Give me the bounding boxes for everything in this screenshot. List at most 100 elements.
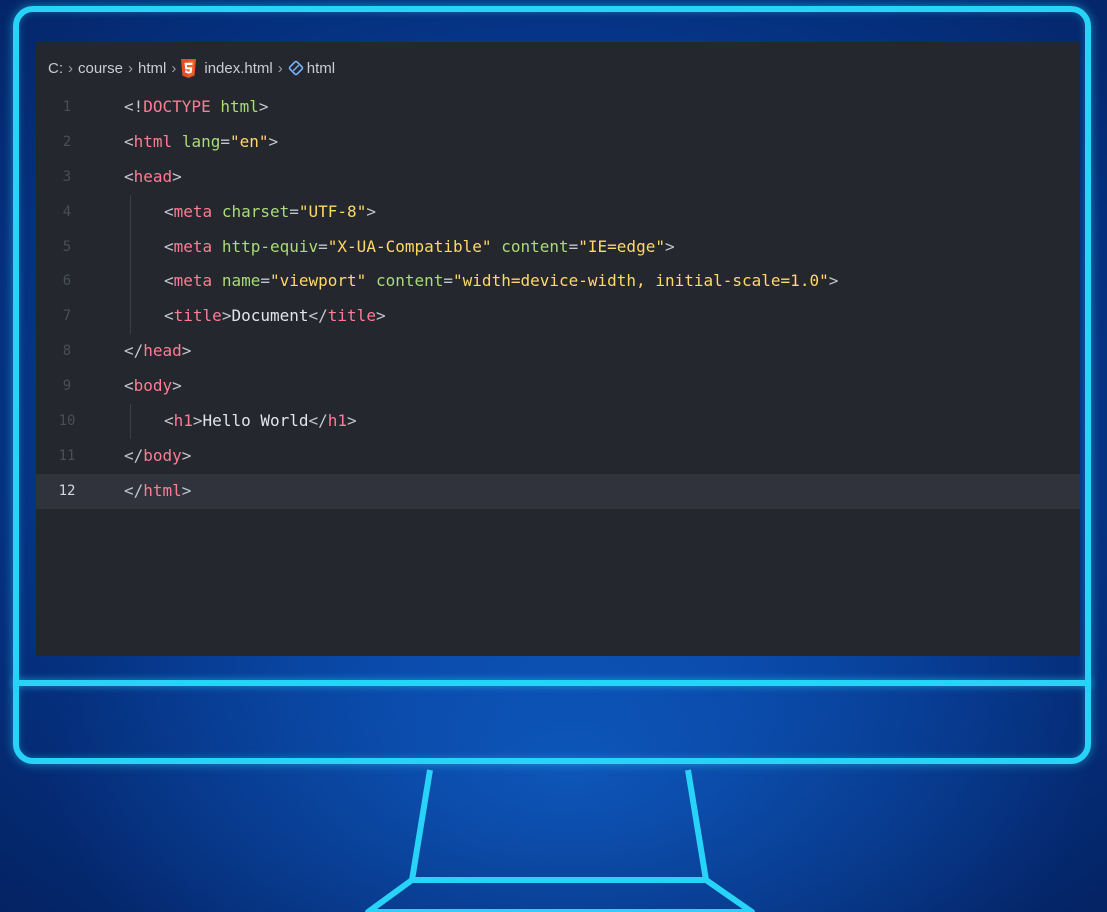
code-token: <! — [124, 97, 144, 116]
code-token: title — [327, 306, 376, 326]
code-text: </head> — [124, 334, 191, 369]
code-line[interactable]: 12 </html> — [36, 473, 1080, 509]
line-number: 10 — [58, 413, 76, 430]
code-token: = — [289, 201, 299, 221]
breadcrumb-file[interactable]: index.html — [204, 60, 272, 77]
code-token: > — [347, 411, 357, 431]
breadcrumb-folder-html[interactable]: html — [138, 60, 166, 77]
code-token: </ — [308, 306, 328, 326]
code-token: content — [375, 271, 444, 291]
indent-guide — [130, 404, 131, 439]
code-line[interactable]: 9 <body> — [36, 369, 1080, 404]
code-text: <meta charset="UTF-8"> — [164, 195, 376, 230]
code-token: lang — [181, 131, 221, 151]
code-line[interactable]: 10 <h1>Hello World</h1> — [36, 404, 1080, 439]
code-token: html — [133, 131, 173, 151]
chevron-right-icon: › — [277, 59, 283, 77]
code-token: > — [828, 271, 839, 291]
code-token: head — [133, 166, 173, 186]
line-number: 8 — [62, 343, 72, 360]
code-token: > — [181, 341, 192, 361]
code-token: meta — [173, 236, 213, 256]
code-token: html — [143, 480, 182, 500]
indent-guide — [130, 299, 131, 335]
line-number: 7 — [62, 308, 72, 325]
line-number: 2 — [62, 133, 72, 150]
code-text: <html lang="en"> — [124, 125, 278, 160]
code-token: name — [221, 271, 261, 291]
code-line[interactable]: 3 <head> — [36, 160, 1080, 195]
code-token: title — [173, 306, 222, 326]
code-token: head — [143, 341, 182, 361]
code-text: <!DOCTYPE html> — [124, 90, 269, 125]
code-line[interactable]: 4 <meta charset="UTF-8"> — [36, 194, 1080, 230]
line-number: 3 — [62, 168, 72, 185]
code-text: <title>Document</title> — [164, 299, 386, 334]
code-line[interactable]: 11 </body> — [36, 439, 1080, 474]
code-line[interactable]: 8 </head> — [36, 334, 1080, 369]
line-number: 9 — [62, 378, 72, 395]
line-number: 4 — [62, 203, 72, 220]
breadcrumb-folder-course[interactable]: course — [78, 60, 123, 77]
code-token: < — [164, 306, 174, 326]
code-token: < — [164, 271, 174, 291]
line-number: 12 — [58, 482, 76, 499]
line-number: 6 — [62, 273, 72, 290]
line-number: 11 — [58, 447, 76, 464]
code-token: = — [220, 131, 230, 151]
symbol-element-icon — [288, 60, 304, 76]
code-token: > — [172, 166, 182, 186]
code-token: < — [124, 166, 134, 186]
code-token: "en" — [229, 131, 269, 151]
code-token: </ — [124, 341, 144, 361]
chevron-right-icon: › — [68, 59, 73, 77]
code-token: DOCTYPE — [143, 97, 211, 116]
chevron-right-icon: › — [128, 59, 134, 77]
chevron-right-icon: › — [171, 59, 177, 77]
code-text: <h1>Hello World</h1> — [164, 404, 357, 439]
code-line[interactable]: 7 <title>Document</title> — [36, 299, 1080, 335]
code-token: > — [664, 236, 675, 256]
code-lines[interactable]: 1 <!DOCTYPE html> 2 <html lang="en"> 3 <head>… — [36, 90, 1080, 509]
code-token: "viewport" — [269, 271, 367, 291]
code-token: < — [124, 131, 134, 151]
breadcrumb: C: › course › html › index.html › html — [48, 56, 335, 80]
code-token: "IE=edge" — [578, 236, 665, 256]
code-line[interactable]: 6 <meta name="viewport" content="width=de… — [36, 264, 1080, 300]
code-token: < — [164, 411, 174, 431]
code-text: <meta http-equiv="X-UA-Compatible" conte… — [164, 230, 675, 265]
code-text: </html> — [124, 474, 191, 509]
code-token: meta — [173, 201, 213, 221]
code-token: = — [318, 236, 328, 256]
code-token: h1 — [173, 411, 193, 431]
breadcrumb-drive[interactable]: C: — [48, 60, 63, 77]
breadcrumb-symbol[interactable]: html — [307, 60, 335, 77]
html5-icon — [181, 58, 197, 78]
code-line[interactable]: 5 <meta http-equiv="X-UA-Compatible" cont… — [36, 229, 1080, 265]
code-token: > — [221, 306, 232, 326]
code-token: > — [375, 306, 386, 326]
indent-guide — [130, 194, 131, 230]
code-token: h1 — [327, 411, 348, 431]
code-editor[interactable]: C: › course › html › index.html › html 1… — [36, 42, 1080, 656]
code-token: meta — [173, 271, 213, 291]
code-text: <meta name="viewport" content="width=dev… — [164, 264, 838, 299]
code-token: http-equiv — [221, 236, 319, 256]
code-token: Hello World — [202, 411, 309, 431]
indent-guide — [130, 264, 131, 300]
code-line[interactable]: 2 <html lang="en"> — [36, 125, 1080, 160]
code-token: </ — [124, 445, 144, 465]
code-token: > — [268, 131, 279, 151]
code-token: > — [366, 201, 376, 221]
code-token: html — [220, 97, 259, 116]
code-token: = — [260, 271, 270, 291]
code-token: </ — [308, 411, 328, 431]
code-token: "width=device-width, initial-scale=1.0" — [453, 271, 829, 291]
code-token: body — [133, 376, 173, 396]
code-line[interactable]: 1 <!DOCTYPE html> — [36, 90, 1080, 125]
